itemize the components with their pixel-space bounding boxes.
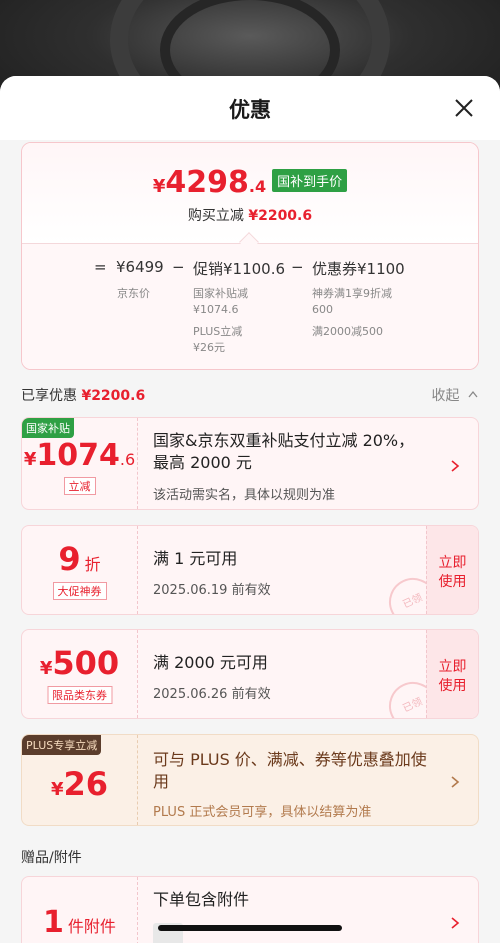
subsidy-card-amount: 国家补贴 ¥1074.6 立减 bbox=[22, 418, 138, 509]
discount-coupon-card[interactable]: 9折 大促神券 满 1 元可用 2025.06.19 前有效 已领 立即 使用 bbox=[21, 525, 479, 615]
sheet-title: 优惠 bbox=[229, 98, 271, 122]
formula-base-label: 京东价 bbox=[117, 287, 150, 300]
plus-discount-card[interactable]: PLUS专享立减 ¥26 可与 PLUS 价、满减、券等优惠叠加使用 PLUS … bbox=[21, 734, 479, 826]
discount-coupon-tag: 大促神券 bbox=[52, 582, 107, 600]
purchase-reduce-label: 购买立减 bbox=[187, 208, 244, 224]
coupon-500-value: ¥500 bbox=[22, 644, 137, 682]
gift-section-header: 赠品/附件 bbox=[0, 840, 500, 870]
gov-subsidy-corner-tag: 国家补贴 bbox=[22, 418, 74, 438]
chevron-right-icon bbox=[450, 458, 460, 472]
close-icon[interactable] bbox=[452, 96, 476, 120]
coupon-500-body: 满 2000 元可用 2025.06.26 前有效 bbox=[153, 630, 418, 718]
final-price-integer: 4298 bbox=[165, 165, 249, 200]
price-formula-area: = ¥6499 − 促销¥1100.6 − 优惠券¥1100 京东价 国家补贴减… bbox=[22, 243, 478, 369]
chevron-right-icon bbox=[450, 774, 460, 788]
gov-subsidy-price-tag: 国补到手价 bbox=[272, 169, 348, 192]
plus-discount-body: 可与 PLUS 价、满减、券等优惠叠加使用 PLUS 正式会员可享，具体以结算为… bbox=[153, 735, 428, 825]
enjoyed-discount-summary: 已享优惠 ¥2200.6 bbox=[21, 385, 145, 405]
discount-coupon-expiry: 2025.06.19 前有效 bbox=[153, 583, 271, 598]
plus-sub: PLUS 正式会员可享，具体以结算为准 bbox=[153, 805, 372, 820]
gift-card-amount: 1 件附件 bbox=[22, 877, 138, 943]
use-coupon-500-button[interactable]: 立即 使用 bbox=[426, 630, 478, 718]
coupon-500-card[interactable]: ¥500 限品类东券 满 2000 元可用 2025.06.26 前有效 已领 … bbox=[21, 629, 479, 719]
purchase-reduce-value: ¥2200.6 bbox=[248, 208, 313, 224]
subsidy-title: 国家&京东双重补贴支付立减 20%，最高 2000 元 bbox=[153, 431, 415, 472]
subsidy-amount: ¥1074.6 bbox=[22, 438, 137, 473]
formula-coupon-full-reduce: 满2000减500 bbox=[312, 325, 383, 338]
plus-number: 26 bbox=[63, 765, 109, 803]
plus-corner-tag: PLUS专享立减 bbox=[22, 735, 102, 755]
discount-unit: 折 bbox=[84, 555, 101, 574]
coupon-500-expiry: 2025.06.26 前有效 bbox=[153, 687, 271, 702]
formula-base-price: ¥6499 bbox=[116, 258, 164, 276]
coupon-500-amount: ¥500 限品类东券 bbox=[22, 630, 138, 718]
subsidy-amount-currency: ¥ bbox=[23, 449, 37, 470]
discount-coupon-title: 满 1 元可用 bbox=[153, 549, 238, 568]
home-indicator[interactable] bbox=[158, 925, 342, 931]
subsidy-sub: 该活动需实名，具体以规则为准 bbox=[153, 488, 336, 503]
plus-value: ¥26 bbox=[22, 765, 137, 803]
use-discount-coupon-button[interactable]: 立即 使用 bbox=[426, 526, 478, 614]
gift-card-body: 下单包含附件 bbox=[153, 877, 428, 943]
collapse-label: 收起 bbox=[431, 388, 460, 404]
coupon-500-number: 500 bbox=[52, 644, 120, 682]
formula-promo-gov-subsidy: 国家补贴减 ¥1074.6 bbox=[193, 287, 248, 316]
final-price-row: ¥4298.4 国补到手价 bbox=[22, 165, 478, 200]
formula-minus-2: − bbox=[291, 258, 304, 276]
formula-promo-plus: PLUS立减 ¥26元 bbox=[193, 325, 243, 354]
subsidy-card[interactable]: 国家补贴 ¥1074.6 立减 国家&京东双重补贴支付立减 20%，最高 200… bbox=[21, 417, 479, 510]
subsidy-card-body: 国家&京东双重补贴支付立减 20%，最高 2000 元 该活动需实名，具体以规则… bbox=[153, 418, 428, 509]
final-price-decimal: .4 bbox=[248, 177, 267, 196]
enjoyed-discount-value: ¥2200.6 bbox=[81, 388, 146, 404]
formula-minus-1: − bbox=[172, 258, 185, 276]
collapse-button[interactable]: 收起 bbox=[432, 385, 478, 405]
chevron-up-icon bbox=[468, 386, 478, 398]
gift-count: 1 件附件 bbox=[22, 905, 137, 940]
subsidy-reduce-tag: 立减 bbox=[63, 477, 96, 495]
discount-number: 9 bbox=[58, 540, 81, 578]
price-formula: = ¥6499 − 促销¥1100.6 − 优惠券¥1100 bbox=[22, 258, 478, 288]
price-summary-card: ¥4298.4 国补到手价 购买立减 ¥2200.6 = ¥6499 − 促销¥1… bbox=[21, 142, 479, 370]
price-summary-top: ¥4298.4 国补到手价 购买立减 ¥2200.6 bbox=[22, 143, 478, 243]
discount-coupon-body: 满 1 元可用 2025.06.19 前有效 bbox=[153, 526, 418, 614]
formula-coupon: 优惠券¥1100 bbox=[312, 260, 405, 278]
purchase-reduce-row: 购买立减 ¥2200.6 bbox=[22, 205, 478, 225]
subsidy-amount-decimal: .6 bbox=[119, 450, 136, 469]
coupon-500-title: 满 2000 元可用 bbox=[153, 653, 268, 672]
plus-currency: ¥ bbox=[50, 779, 64, 800]
formula-coupon-discount: 神券满1享9折减 600 bbox=[312, 287, 392, 316]
enjoyed-discount-label: 已享优惠 bbox=[21, 388, 77, 404]
sheet-header: 优惠 bbox=[0, 76, 500, 140]
discount-coupon-amount: 9折 大促神券 bbox=[22, 526, 138, 614]
subsidy-amount-integer: 1074 bbox=[36, 438, 120, 473]
final-price-currency: ¥ bbox=[152, 176, 166, 197]
plus-title: 可与 PLUS 价、满减、券等优惠叠加使用 bbox=[153, 750, 427, 791]
chevron-right-icon bbox=[450, 915, 460, 929]
enjoyed-discount-row: 已享优惠 ¥2200.6 收起 bbox=[0, 378, 500, 408]
gift-count-unit: 件附件 bbox=[67, 917, 116, 936]
gift-title: 下单包含附件 bbox=[153, 890, 250, 909]
formula-promo: 促销¥1100.6 bbox=[193, 260, 286, 278]
coupon-500-currency: ¥ bbox=[39, 658, 53, 679]
discount-sheet: 优惠 ¥4298.4 国补到手价 购买立减 ¥2200.6 = ¥6499 − 促… bbox=[0, 76, 500, 943]
plus-discount-amount: PLUS专享立减 ¥26 bbox=[22, 735, 138, 825]
discount-value: 9折 bbox=[22, 540, 137, 578]
gift-section-title: 赠品/附件 bbox=[21, 850, 82, 866]
gift-card[interactable]: 1 件附件 下单包含附件 bbox=[21, 876, 479, 943]
gift-count-number: 1 bbox=[43, 905, 64, 940]
coupon-500-tag: 限品类东券 bbox=[47, 686, 112, 704]
formula-equals: = bbox=[94, 258, 107, 276]
